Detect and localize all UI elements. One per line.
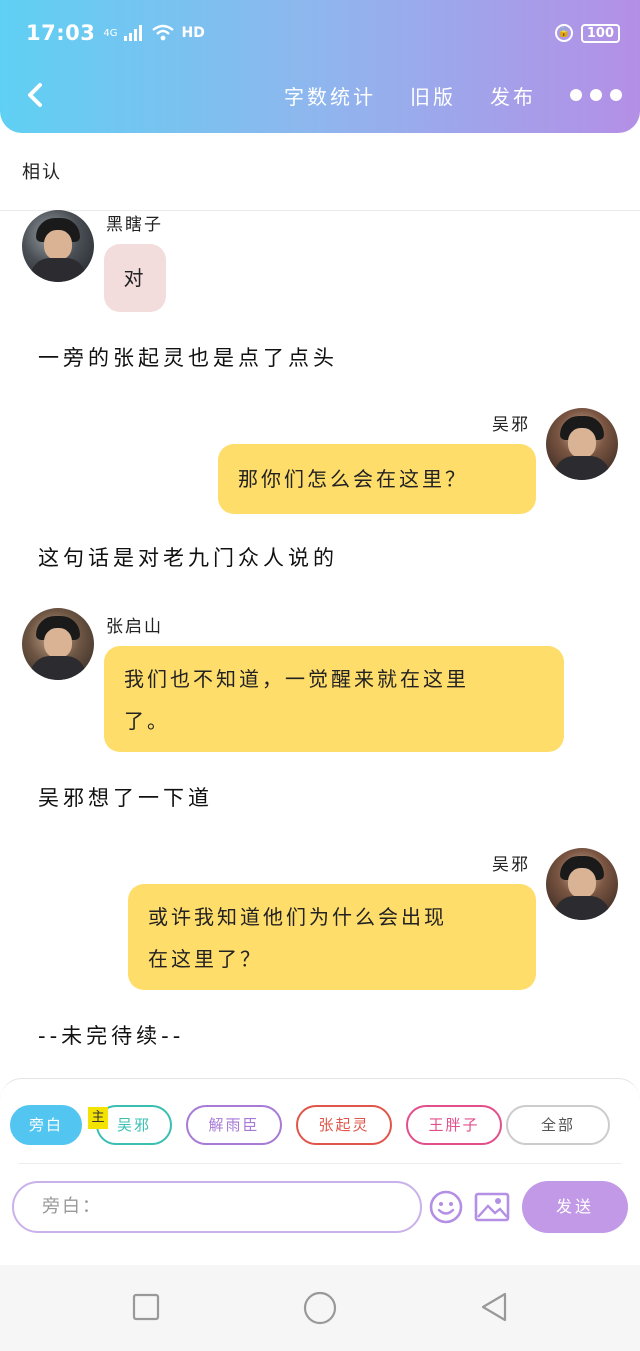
avatar[interactable]	[22, 608, 94, 680]
message-bubble[interactable]: 对	[104, 244, 166, 312]
character-name: 黑瞎子	[106, 215, 163, 235]
image-icon[interactable]	[474, 1191, 510, 1223]
app-header: 17:03 4G HD 🔒 100 字数统计 旧版 发布	[0, 0, 640, 133]
back-triangle-icon[interactable]	[478, 1291, 510, 1323]
send-button[interactable]: 发送	[522, 1181, 628, 1233]
system-nav-bar	[0, 1265, 640, 1351]
narration-text[interactable]: 这句话是对老九门众人说的	[38, 542, 338, 572]
main-character-tag: 主	[88, 1107, 108, 1129]
more-menu-icon[interactable]	[570, 89, 622, 101]
character-name: 吴邪	[492, 415, 530, 435]
narration-text[interactable]: 一旁的张起灵也是点了点头	[38, 342, 338, 372]
nav-bar: 字数统计 旧版 发布	[0, 74, 640, 116]
avatar[interactable]	[546, 408, 618, 480]
recent-apps-icon[interactable]	[132, 1293, 160, 1321]
message-input[interactable]: 旁白：	[12, 1181, 422, 1233]
chapter-title[interactable]: 相认	[22, 158, 62, 184]
message-bubble[interactable]: 那你们怎么会在这里？	[218, 444, 536, 514]
status-bar: 17:03 4G HD 🔒 100	[26, 18, 620, 48]
character-name: 吴邪	[492, 855, 530, 875]
message-bubble[interactable]: 或许我知道他们为什么会出现 在这里了？	[128, 884, 536, 990]
narration-text[interactable]: --未完待续--	[38, 1020, 184, 1050]
rotation-lock-icon: 🔒	[554, 24, 573, 42]
role-chip-all[interactable]: 全部	[506, 1105, 610, 1145]
narration-text[interactable]: 吴邪想了一下道	[38, 782, 213, 812]
home-icon[interactable]	[303, 1291, 337, 1325]
role-chip-wangpangzi[interactable]: 王胖子	[406, 1105, 502, 1145]
wifi-icon	[152, 24, 175, 41]
divider	[18, 1163, 622, 1164]
avatar[interactable]	[22, 210, 94, 282]
battery-indicator: 100	[580, 23, 620, 43]
signal-bars-icon	[124, 25, 143, 41]
emoji-icon[interactable]	[428, 1189, 464, 1225]
character-name: 张启山	[106, 617, 163, 637]
role-chip-zhangqiling[interactable]: 张起灵	[296, 1105, 392, 1145]
role-chip-narrator[interactable]: 旁白	[10, 1105, 82, 1145]
status-time: 17:03	[26, 21, 96, 45]
network-label: 4G	[103, 27, 118, 39]
back-arrow-icon[interactable]	[22, 78, 50, 112]
composer-panel: 旁白 吴邪 解雨臣 张起灵 王胖子 全部 主 旁白： 发送	[0, 1078, 640, 1238]
divider	[0, 210, 640, 211]
hd-badge: HD	[181, 25, 205, 41]
old-version-button[interactable]: 旧版	[410, 81, 456, 110]
message-bubble[interactable]: 我们也不知道，一觉醒来就在这里 了。	[104, 646, 564, 752]
avatar[interactable]	[546, 848, 618, 920]
role-chip-xieyuchen[interactable]: 解雨臣	[186, 1105, 282, 1145]
word-count-button[interactable]: 字数统计	[284, 81, 376, 110]
publish-button[interactable]: 发布	[490, 81, 536, 110]
